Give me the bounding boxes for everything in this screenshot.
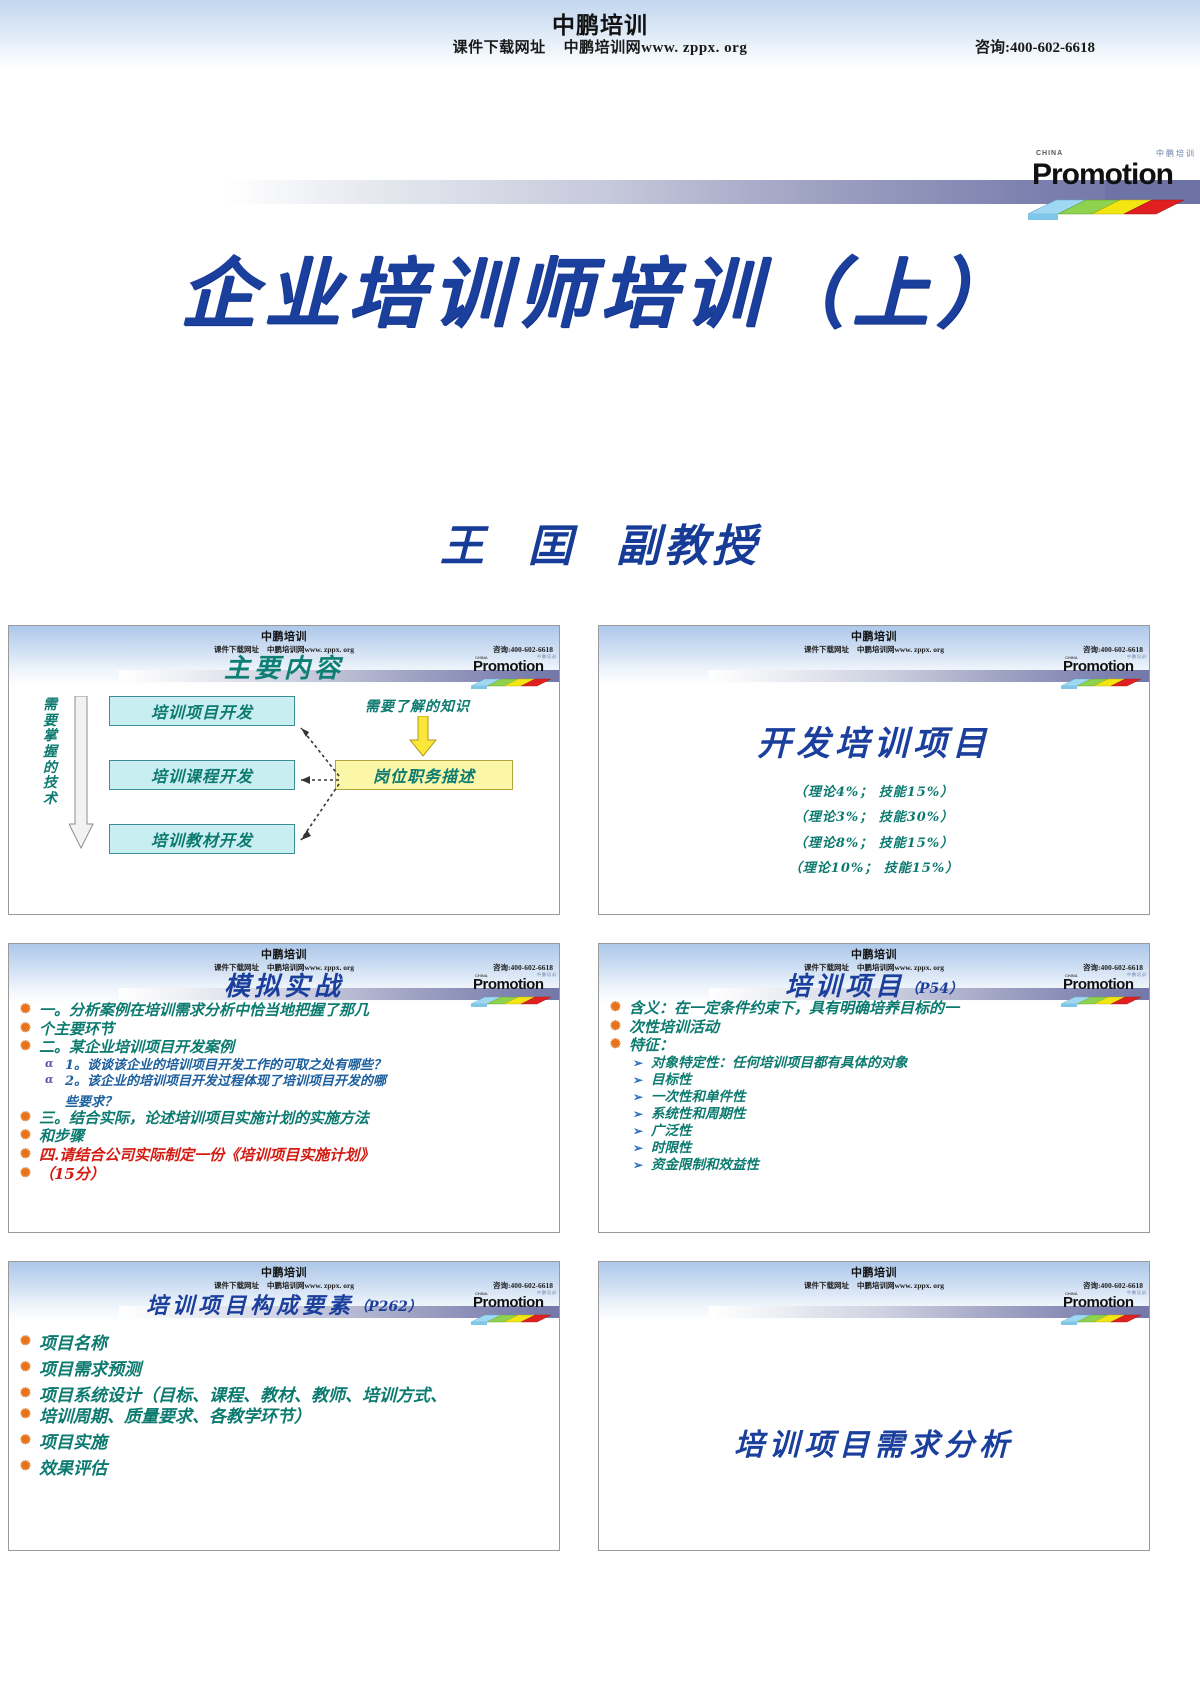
promotion-logo-color-bars (1028, 199, 1185, 220)
bullet-continuation: 次性培训活动 (607, 1018, 1141, 1037)
percent-line: （理论4%； 技能15%） (793, 785, 955, 800)
sub-bullet-continuation: 些要求？ (65, 1094, 118, 1110)
slide-body: 培训项目需求分析 (599, 1324, 1149, 1550)
slide-title-page-ref: （P54） (905, 981, 964, 997)
percent-list: （理论4%； 技能15%） （理论3%； 技能30%） （理论8%； 技能15%… (599, 780, 1149, 881)
slide-big-title: 开发培训项目 (757, 724, 991, 764)
promotion-logo-small-text: CHINA (1036, 150, 1064, 157)
slide-title: 培训项目构成要素（P262） (9, 1288, 559, 1320)
slide-title: 培训项目（P54） (599, 966, 1149, 1003)
bullet-item: 项目实施 (17, 1433, 551, 1453)
bullet-item: 项目系统设计（目标、课程、教材、教师、培训方式、 (17, 1386, 551, 1406)
author-surname: 王 (440, 521, 488, 572)
gray-down-arrow-icon (69, 696, 94, 850)
slide-logo-word: Promotion (1063, 658, 1134, 675)
slide-header: 中鹏培训 课件下载网址 中鹏培训网www. zppx. org 咨询:400-60… (599, 626, 1149, 689)
slide-promotion-logo: 中鹏培训 CHINA Promotion (1059, 1290, 1149, 1325)
slide-body: 开发培训项目 （理论4%； 技能15%） （理论3%； 技能30%） （理论8%… (599, 688, 1149, 914)
slide-brand: 中鹏培训 (851, 949, 897, 961)
diagram-box-1: 培训项目开发 (109, 696, 295, 726)
website-url: 中鹏培训网www. zppx. org (563, 40, 748, 56)
company-brand-title: 中鹏培训 (552, 13, 648, 38)
percent-line: （理论8%； 技能15%） (793, 835, 955, 851)
bullet-item: 一。分析案例在培训需求分析中恰当地把握了那几 (17, 1001, 551, 1020)
bullet-item: 特征： (607, 1037, 1141, 1055)
consult-phone: 咨询:400-602-6618 (975, 40, 1095, 56)
sub-bullet-item: 广泛性 (607, 1123, 1141, 1140)
bullet-item-highlighted: 四.请结合公司实际制定一份《培训项目实施计划》 (17, 1146, 551, 1165)
slide-title-page-ref: （P262） (354, 1299, 422, 1315)
bullet-continuation: （15分） (17, 1165, 551, 1184)
sub-bullet-item: 1。谈谈该企业的培训项目开发工作的可取之处有哪些？ (17, 1058, 551, 1073)
diagram-box-3: 培训教材开发 (109, 824, 295, 854)
sub-bullet-item: 2。该企业的培训项目开发过程体现了培训项目开发的哪 (17, 1074, 551, 1089)
bullet-item: 三。结合实际，论述培训项目实施计划的实施方法 (17, 1109, 551, 1128)
download-label: 课件下载网址 (452, 40, 546, 56)
sub-bullet-item: 时限性 (607, 1140, 1141, 1157)
slide-download-label: 课件下载网址 (803, 1281, 849, 1290)
slide-develop-training-project[interactable]: 中鹏培训 课件下载网址 中鹏培训网www. zppx. org 咨询:400-60… (598, 625, 1150, 915)
sub-bullet-item: 资金限制和效益性 (607, 1157, 1141, 1174)
slide-title: 模拟实战 (223, 972, 344, 1002)
slide-main-contents[interactable]: 中鹏培训 课件下载网址 中鹏培训网www. zppx. org 咨询:400-60… (8, 625, 560, 915)
bullet-item: 二。某企业培训项目开发案例 (17, 1039, 551, 1057)
sub-bullet-item: 目标性 (607, 1072, 1141, 1089)
slide-title: 主要内容 (223, 654, 344, 684)
slide-site: 中鹏培训网www. zppx. org (856, 645, 945, 654)
slide-brand: 中鹏培训 (261, 949, 307, 961)
diagram-vertical-label: 需要掌握的技术 (43, 697, 57, 808)
job-description-box: 岗位职务描述 (335, 760, 513, 790)
slide-brand: 中鹏培训 (261, 1267, 307, 1279)
percent-line: （理论10%； 技能15%） (788, 861, 960, 877)
bullet-continuation: 个主要环节 (17, 1020, 551, 1039)
slide-logo-word: Promotion (1063, 1294, 1134, 1311)
title-slide: 中鹏培训 CHINA Promotion 企业培训师培训（上） 王囯副教授 (0, 70, 1200, 625)
diagram-box-2: 培训课程开发 (109, 760, 295, 790)
promotion-logo-wordmark: Promotion (1032, 158, 1174, 191)
slide-title-text: 培训项目 (784, 972, 905, 1002)
slide-site: 中鹏培训网www. zppx. org (856, 1281, 945, 1290)
bullet-item: 项目名称 (17, 1334, 551, 1354)
slide-body: 一。分析案例在培训需求分析中恰当地把握了那几 个主要环节 二。某企业培训项目开发… (9, 998, 559, 1232)
sub-bullet-item: 系统性和周期性 (607, 1106, 1141, 1123)
slide-training-demand-analysis[interactable]: 中鹏培训 课件下载网址 中鹏培训网www. zppx. org 咨询:400-60… (598, 1261, 1150, 1551)
slide-title-text: 培训项目构成要素 (146, 1293, 355, 1319)
sub-bullet-item: 对象特定性：任何培训项目都有具体的对象 (607, 1055, 1141, 1072)
slide-promotion-logo: 中鹏培训 CHINA Promotion (1059, 654, 1149, 689)
author-line: 王囯副教授 (0, 510, 1200, 574)
slide-simulation-practice[interactable]: 中鹏培训 课件下载网址 中鹏培训网www. zppx. org 咨询:400-60… (8, 943, 560, 1233)
bullet-continuation: 和步骤 (17, 1128, 551, 1146)
slide-center-heading: 培训项目需求分析 (734, 1428, 1014, 1463)
slide-body: 需要掌握的技术 培训项目开发 培训课程开发 培训教材开发 需要了解的知识 岗位职… (9, 688, 559, 914)
bullet-item: 项目需求预测 (17, 1360, 551, 1380)
slide-logo-bars (1061, 678, 1142, 689)
contents-diagram: 需要掌握的技术 培训项目开发 培训课程开发 培训教材开发 需要了解的知识 岗位职… (17, 692, 551, 914)
slide-brand: 中鹏培训 (851, 631, 897, 643)
slide-brand: 中鹏培训 (261, 631, 307, 643)
bullet-continuation: 培训周期、质量要求、各教学环节） (17, 1407, 551, 1427)
slide-project-elements-p262[interactable]: 中鹏培训 课件下载网址 中鹏培训网www. zppx. org 咨询:400-60… (8, 1261, 560, 1551)
presentation-title: 企业培训师培训（上） (180, 249, 1020, 338)
slide-logo-bars (1061, 1314, 1142, 1325)
slide-thumbnail-grid: 中鹏培训 课件下载网址 中鹏培训网www. zppx. org 咨询:400-60… (0, 625, 1200, 1551)
slide-header: 中鹏培训 课件下载网址 中鹏培训网www. zppx. org 咨询:400-60… (599, 1262, 1149, 1325)
slide-body: 含义：在一定条件约束下，具有明确培养目标的一 次性培训活动 特征： 对象特定性：… (599, 996, 1149, 1232)
slide-training-project-p54[interactable]: 中鹏培训 课件下载网址 中鹏培训网www. zppx. org 咨询:400-60… (598, 943, 1150, 1233)
percent-line: （理论3%； 技能30%） (793, 810, 955, 826)
promotion-logo: 中鹏培训 CHINA Promotion (1022, 148, 1200, 223)
sub-bullet-item: 一次性和单件性 (607, 1089, 1141, 1106)
slide-brand: 中鹏培训 (851, 1267, 897, 1279)
diagram-connector-arrows (300, 727, 340, 841)
page-header-banner: 中鹏培训 课件下载网址 中鹏培训网www. zppx. org 咨询:400-60… (0, 0, 1200, 70)
slide-body: 项目名称 项目需求预测 项目系统设计（目标、课程、教材、教师、培训方式、 培训周… (9, 1330, 559, 1550)
bullet-item: 效果评估 (17, 1459, 551, 1479)
author-givenname: 囯 (528, 521, 576, 572)
slide-download-label: 课件下载网址 (803, 645, 849, 654)
author-title: 副教授 (616, 521, 760, 572)
yellow-down-arrow-icon (409, 716, 437, 757)
knowledge-label: 需要了解的知识 (365, 699, 470, 715)
